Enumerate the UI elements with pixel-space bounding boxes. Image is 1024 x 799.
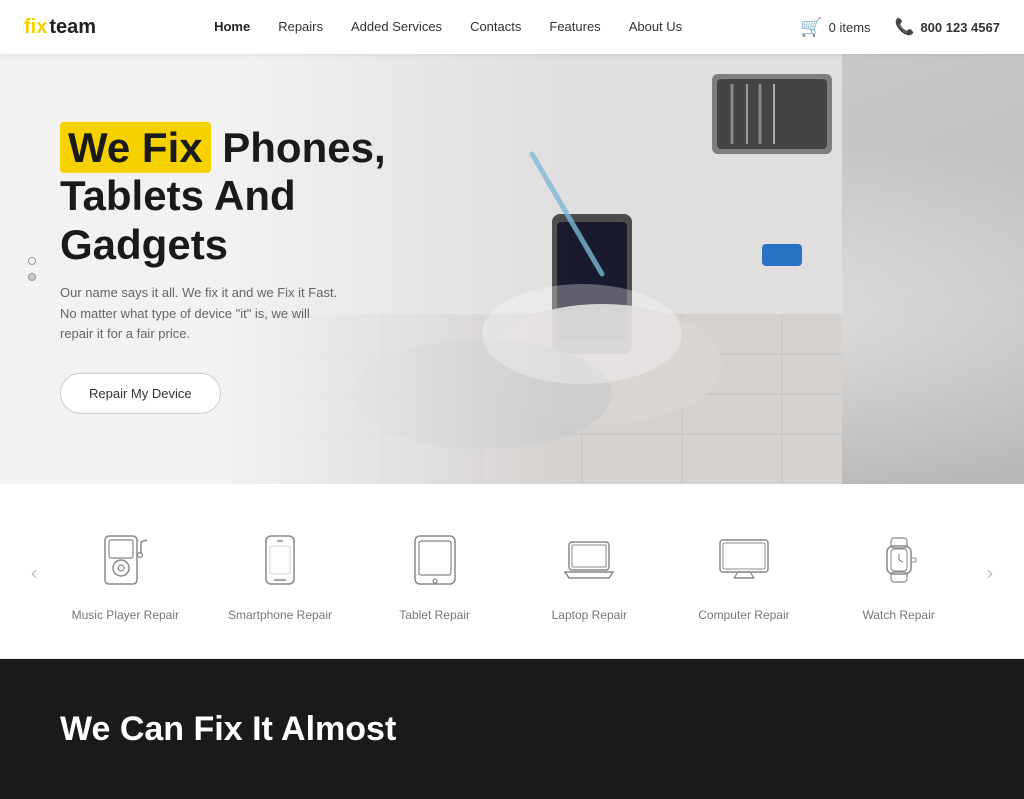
nav-link-added-services[interactable]: Added Services [351,19,442,34]
slider-dot-1[interactable] [28,257,36,265]
slider-dots [28,257,36,281]
services-next-arrow[interactable]: › [976,559,1004,587]
service-item-computer[interactable]: Computer Repair [674,524,814,622]
services-inner: ‹ Music Player Repair [0,524,1024,622]
cart-icon: 🛒 [800,17,822,38]
services-prev-arrow[interactable]: ‹ [20,559,48,587]
tablet-icon [399,524,471,596]
nav-link-about[interactable]: About Us [629,19,682,34]
cart-count: 0 items [829,20,871,35]
hero-title-highlight: We Fix [60,122,211,173]
nav-item-contacts[interactable]: Contacts [470,18,521,36]
services-list: Music Player Repair Smartphone Repair [48,524,976,622]
cta-button[interactable]: Repair My Device [60,373,221,414]
navbar: fixteam Home Repairs Added Services Cont… [0,0,1024,54]
hero-content: We Fix Phones,Tablets AndGadgets Our nam… [60,124,386,414]
nav-link-repairs[interactable]: Repairs [278,19,323,34]
computer-icon [708,524,780,596]
service-label-watch: Watch Repair [862,608,934,622]
phone-number: 800 123 4567 [920,20,1000,35]
nav-item-home[interactable]: Home [214,18,250,36]
nav-item-repairs[interactable]: Repairs [278,18,323,36]
nav-item-added-services[interactable]: Added Services [351,18,442,36]
nav-link-features[interactable]: Features [549,19,600,34]
nav-links: Home Repairs Added Services Contacts Fea… [214,18,682,36]
phone-display: 📞 800 123 4567 [895,17,1000,37]
service-label-tablet: Tablet Repair [399,608,470,622]
services-strip: ‹ Music Player Repair [0,484,1024,659]
smartphone-icon [244,524,316,596]
dark-section: We Can Fix It Almost [0,659,1024,799]
nav-link-contacts[interactable]: Contacts [470,19,521,34]
service-item-smartphone[interactable]: Smartphone Repair [210,524,350,622]
nav-link-home[interactable]: Home [214,19,250,34]
watch-icon [863,524,935,596]
dark-section-title: We Can Fix It Almost [60,710,396,749]
phone-icon: 📞 [895,17,915,37]
service-label-smartphone: Smartphone Repair [228,608,332,622]
nav-right: 🛒 0 items 📞 800 123 4567 [800,17,1000,38]
service-label-laptop: Laptop Repair [552,608,627,622]
service-item-watch[interactable]: Watch Repair [829,524,969,622]
service-item-laptop[interactable]: Laptop Repair [519,524,659,622]
hero-title: We Fix Phones,Tablets AndGadgets [60,124,386,269]
service-label-computer: Computer Repair [698,608,789,622]
logo[interactable]: fixteam [24,16,96,39]
hero-section: We Fix Phones,Tablets AndGadgets Our nam… [0,54,1024,484]
slider-dot-2[interactable] [28,273,36,281]
nav-item-about[interactable]: About Us [629,18,682,36]
service-item-music-player[interactable]: Music Player Repair [55,524,195,622]
nav-item-features[interactable]: Features [549,18,600,36]
cart-button[interactable]: 🛒 0 items [800,17,870,38]
service-label-music-player: Music Player Repair [72,608,179,622]
logo-fix: fix [24,16,47,39]
music-player-icon [89,524,161,596]
logo-team: team [49,16,96,39]
laptop-icon [553,524,625,596]
hero-subtitle: Our name says it all. We fix it and we F… [60,283,340,345]
service-item-tablet[interactable]: Tablet Repair [365,524,505,622]
